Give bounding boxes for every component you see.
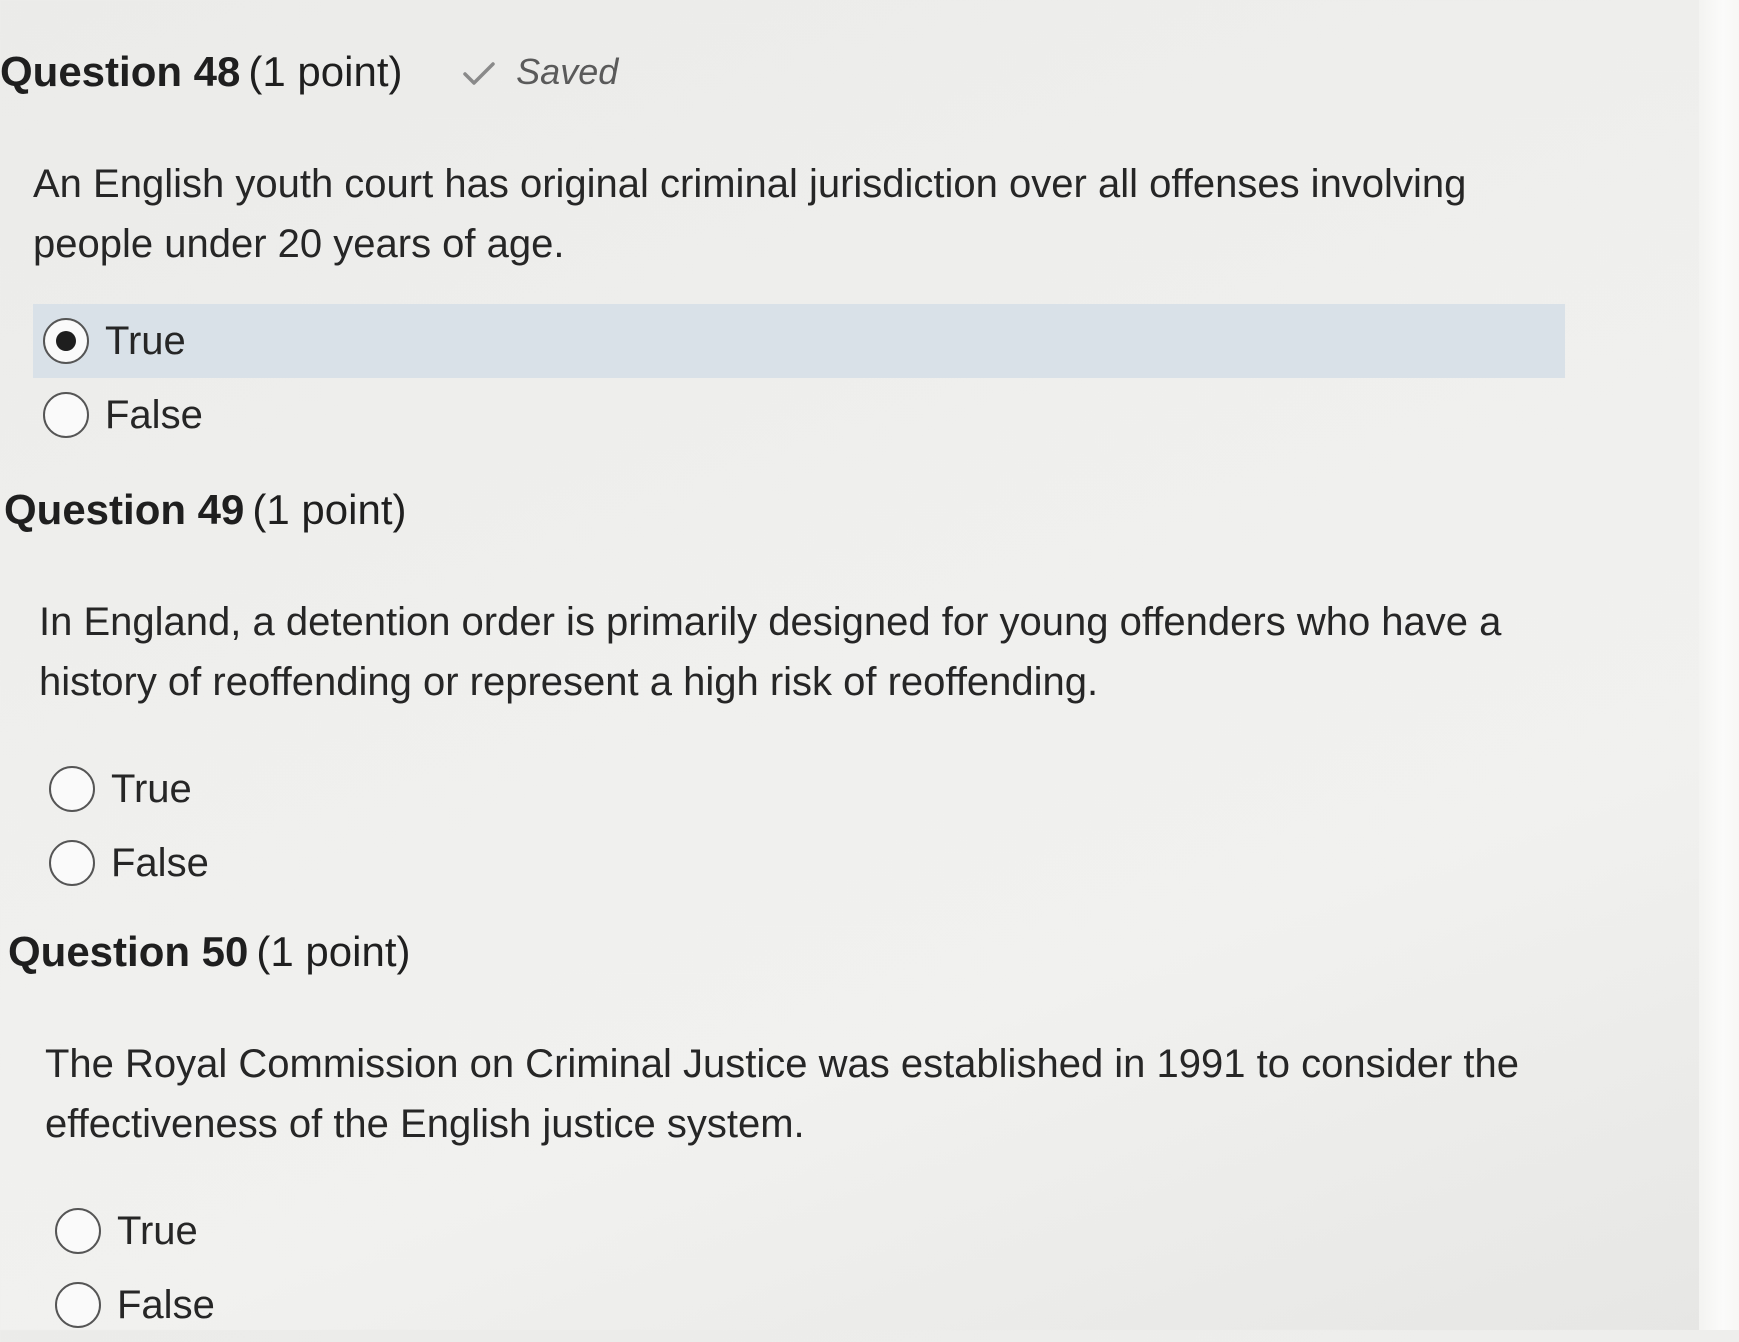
option-label: True: [117, 1208, 198, 1253]
question-header: Question 49 (1 point): [4, 480, 1584, 540]
radio-unselected-icon[interactable]: [43, 392, 89, 438]
question-number: Question 48: [0, 48, 241, 95]
radio-selected-icon[interactable]: [43, 318, 89, 364]
question-header: Question 50 (1 point): [8, 922, 1588, 982]
question-number: Question 50: [8, 928, 249, 975]
option-label: True: [111, 766, 192, 811]
radio-unselected-icon[interactable]: [55, 1282, 101, 1328]
option-label: False: [105, 392, 203, 437]
question-text: An English youth court has original crim…: [33, 162, 1467, 266]
radio-unselected-icon[interactable]: [49, 840, 95, 886]
option-true[interactable]: True: [39, 752, 1584, 826]
option-false[interactable]: False: [45, 1268, 1588, 1342]
answer-options: True False: [45, 1194, 1588, 1342]
option-label: False: [117, 1282, 215, 1327]
answer-options: True False: [33, 304, 1580, 452]
option-label: True: [105, 318, 186, 363]
radio-dot: [56, 331, 76, 351]
question-48: Question 48 (1 point) Saved An English yo…: [0, 42, 1580, 452]
question-header: Question 48 (1 point) Saved: [0, 42, 1580, 102]
question-text: In England, a detention order is primari…: [39, 600, 1502, 704]
question-points: (1 point): [248, 48, 403, 95]
option-true[interactable]: True: [33, 304, 1565, 378]
screen-edge: [1699, 0, 1739, 1330]
option-false[interactable]: False: [39, 826, 1584, 900]
option-false[interactable]: False: [33, 378, 1580, 452]
question-50: Question 50 (1 point) The Royal Commissio…: [8, 922, 1588, 1342]
radio-unselected-icon[interactable]: [55, 1208, 101, 1254]
option-true[interactable]: True: [45, 1194, 1588, 1268]
saved-label: Saved: [516, 51, 619, 92]
check-icon: [463, 62, 495, 86]
saved-indicator: Saved: [462, 42, 618, 102]
question-number: Question 49: [4, 486, 245, 533]
question-points: (1 point): [256, 928, 411, 975]
radio-unselected-icon[interactable]: [49, 766, 95, 812]
option-label: False: [111, 840, 209, 885]
question-points: (1 point): [252, 486, 407, 533]
question-49: Question 49 (1 point) In England, a deten…: [4, 480, 1584, 900]
answer-options: True False: [39, 752, 1584, 900]
question-text: The Royal Commission on Criminal Justice…: [45, 1042, 1520, 1146]
